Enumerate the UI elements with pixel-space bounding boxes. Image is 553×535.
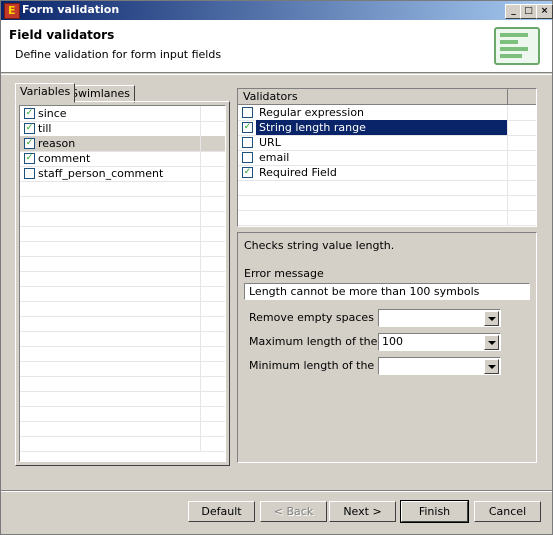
table-row[interactable]: ✓ since [20, 106, 225, 122]
checkbox[interactable]: ✓ [242, 122, 253, 133]
table-row[interactable] [20, 436, 225, 452]
validator-row[interactable]: email [238, 150, 536, 166]
variable-label: reason [38, 137, 76, 150]
validator-label: URL [259, 136, 281, 149]
cancel-button[interactable]: Cancel [474, 501, 541, 522]
max-length-combo[interactable]: 100 [378, 333, 501, 351]
variable-label: staff_person_comment [38, 167, 164, 180]
next-button[interactable]: Next > [329, 501, 396, 522]
back-button[interactable]: < Back [260, 501, 327, 522]
error-message-value: Length cannot be more than 100 symbols [249, 285, 480, 298]
validators-header-label: Validators [243, 90, 298, 103]
maximize-icon[interactable]: □ [520, 4, 537, 19]
table-row[interactable] [20, 316, 225, 332]
table-row[interactable] [20, 196, 225, 212]
error-message-input[interactable]: Length cannot be more than 100 symbols [244, 283, 530, 300]
validator-label: Required Field [259, 166, 337, 179]
chevron-down-icon[interactable] [484, 359, 499, 374]
min-length-combo[interactable] [378, 357, 501, 375]
table-row[interactable] [20, 286, 225, 302]
validator-label: email [259, 151, 290, 164]
checkbox[interactable] [242, 137, 253, 148]
table-row[interactable] [20, 271, 225, 287]
chevron-down-icon[interactable] [484, 335, 499, 350]
validator-label: String length range [259, 121, 366, 134]
app-icon [4, 3, 20, 19]
validator-row[interactable]: ✓ Required Field [238, 165, 536, 181]
validator-row[interactable]: URL [238, 135, 536, 151]
checkbox[interactable]: ✓ [24, 108, 35, 119]
table-row[interactable]: staff_person_comment [20, 166, 225, 182]
variables-panel: ✓ since ✓ till ✓ reason ✓ comment staff_person_c… [15, 101, 230, 466]
checkbox[interactable]: ✓ [24, 153, 35, 164]
table-row[interactable]: ✓ till [20, 121, 225, 137]
validators-header: Validators [238, 89, 536, 105]
error-message-label: Error message [244, 267, 324, 280]
table-row[interactable] [20, 211, 225, 227]
checkbox[interactable] [242, 107, 253, 118]
window-title: Form validation [22, 3, 120, 16]
validator-detail: Checks string value length. Error messag… [237, 232, 537, 463]
table-row[interactable] [20, 256, 225, 272]
validators-table[interactable]: Validators Regular expression ✓ String len… [237, 88, 537, 227]
validator-row[interactable]: Regular expression [238, 105, 536, 121]
page-title: Field validators [9, 28, 115, 42]
finish-button[interactable]: Finish [400, 500, 469, 523]
table-row[interactable] [20, 421, 225, 437]
validator-row[interactable]: ✓ String length range [238, 120, 536, 136]
variable-label: since [38, 107, 67, 120]
table-row[interactable] [20, 331, 225, 347]
chevron-down-icon[interactable] [484, 311, 499, 326]
table-row[interactable]: ✓ comment [20, 151, 225, 167]
checkbox[interactable] [24, 168, 35, 179]
validator-row[interactable] [238, 210, 536, 226]
form-icon [494, 27, 540, 65]
validator-label: Regular expression [259, 106, 365, 119]
checkbox[interactable]: ✓ [242, 167, 253, 178]
checkbox[interactable] [242, 152, 253, 163]
max-length-value: 100 [382, 335, 403, 348]
button-bar-separator [1, 490, 552, 492]
close-icon[interactable]: × [536, 4, 553, 19]
table-row[interactable] [20, 181, 225, 197]
header-separator [1, 74, 552, 75]
table-row[interactable] [20, 376, 225, 392]
checkbox[interactable]: ✓ [24, 123, 35, 134]
table-row[interactable] [20, 406, 225, 422]
table-row[interactable] [20, 301, 225, 317]
table-row[interactable]: ✓ reason [20, 136, 225, 152]
trim-combo[interactable] [378, 309, 501, 327]
variables-list[interactable]: ✓ since ✓ till ✓ reason ✓ comment staff_person_c… [19, 105, 226, 462]
title-bar: Form validation _ □ × [1, 1, 553, 20]
default-button[interactable]: Default [188, 501, 255, 522]
table-row[interactable] [20, 346, 225, 362]
validator-description: Checks string value length. [244, 239, 395, 252]
wizard-header: Field validators Define validation for f… [1, 20, 552, 73]
form-validation-window: Form validation _ □ × Field validators D… [0, 0, 553, 535]
validator-row[interactable] [238, 180, 536, 196]
tab-variables[interactable]: Variables [15, 83, 76, 103]
validator-row[interactable] [238, 195, 536, 211]
variable-label: comment [38, 152, 91, 165]
variable-label: till [38, 122, 52, 135]
table-row[interactable] [20, 391, 225, 407]
table-row[interactable] [20, 226, 225, 242]
checkbox[interactable]: ✓ [24, 138, 35, 149]
table-row[interactable] [20, 361, 225, 377]
table-row[interactable] [20, 241, 225, 257]
page-description: Define validation for form input fields [15, 48, 222, 61]
